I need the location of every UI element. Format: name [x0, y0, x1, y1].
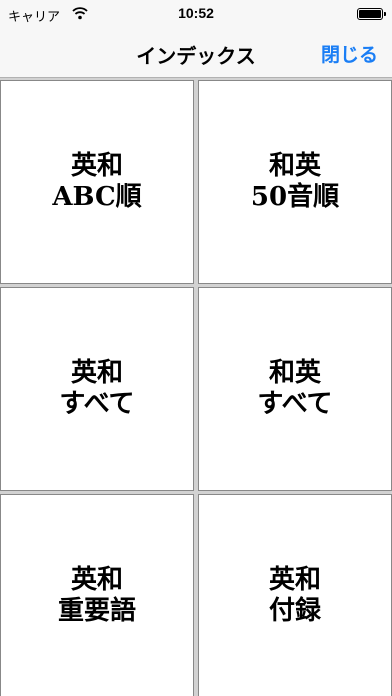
close-button[interactable]: 閉じる [321, 40, 378, 67]
tile-eiwa-important[interactable]: 英和 重要語 [0, 494, 194, 696]
tile-eiwa-appendix[interactable]: 英和 付録 [198, 494, 392, 696]
tile-subtitle: すべて [59, 389, 135, 419]
tile-subtitle: 重要語 [57, 596, 136, 626]
tile-subtitle: 付録 [268, 596, 321, 626]
tile-eiwa-abc[interactable]: 英和 ABC順 [0, 80, 194, 284]
tile-subtitle: すべて [257, 389, 333, 419]
battery-full-icon [357, 8, 383, 20]
tile-subtitle: 50音順 [250, 182, 340, 212]
tile-title: 和英 [268, 150, 321, 181]
index-grid: 英和 ABC順 和英 50音順 英和 すべて 和英 すべて 英和 重要語 英和 … [0, 78, 392, 696]
tile-title: 英和 [70, 564, 123, 595]
tile-title: 和英 [268, 357, 321, 388]
tile-waei-50on[interactable]: 和英 50音順 [198, 80, 392, 284]
tile-waei-all[interactable]: 和英 すべて [198, 287, 392, 491]
navigation-bar: インデックス 閉じる [0, 28, 392, 78]
tile-title: 英和 [70, 357, 123, 388]
tile-subtitle: ABC順 [52, 182, 142, 212]
battery-tip [384, 12, 386, 16]
tile-eiwa-all[interactable]: 英和 すべて [0, 287, 194, 491]
tile-title: 英和 [268, 564, 321, 595]
status-bar: キャリア 10:52 [0, 0, 392, 28]
tile-title: 英和 [70, 150, 123, 181]
status-time: 10:52 [178, 5, 214, 21]
